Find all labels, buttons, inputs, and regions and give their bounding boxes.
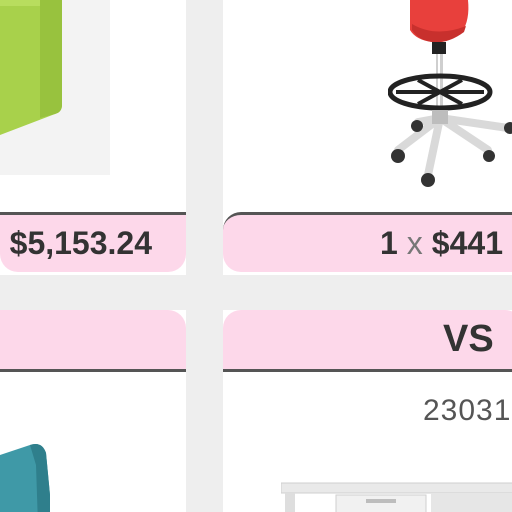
product-comparison-page: $5,153.24 1 x $441 VS 23031 xyxy=(0,0,512,512)
times-symbol: x xyxy=(406,225,423,261)
vs-label: VS xyxy=(443,318,494,360)
price-text-chair: $441 xyxy=(431,225,503,261)
product-code-text: 23031 xyxy=(423,394,512,427)
product-card-green[interactable]: $5,153.24 xyxy=(0,0,186,275)
price-bar-green: $5,153.24 xyxy=(0,212,186,272)
white-desk-product-icon[interactable] xyxy=(281,465,512,512)
red-stool-chair-icon[interactable] xyxy=(388,0,512,190)
header-bar-right: VS xyxy=(223,310,512,372)
price-text-green: $5,153.24 xyxy=(9,225,152,261)
header-bar-left xyxy=(0,310,186,372)
teal-seat-product-icon[interactable] xyxy=(0,435,60,512)
price-bar-chair: 1 x $441 xyxy=(223,212,512,272)
quantity-text: 1 xyxy=(380,225,398,261)
product-card-teal[interactable] xyxy=(0,310,186,512)
product-card-chair[interactable]: 1 x $441 xyxy=(223,0,512,275)
green-panel-product-icon[interactable] xyxy=(0,0,110,175)
product-card-desk[interactable]: VS 23031 xyxy=(223,310,512,512)
